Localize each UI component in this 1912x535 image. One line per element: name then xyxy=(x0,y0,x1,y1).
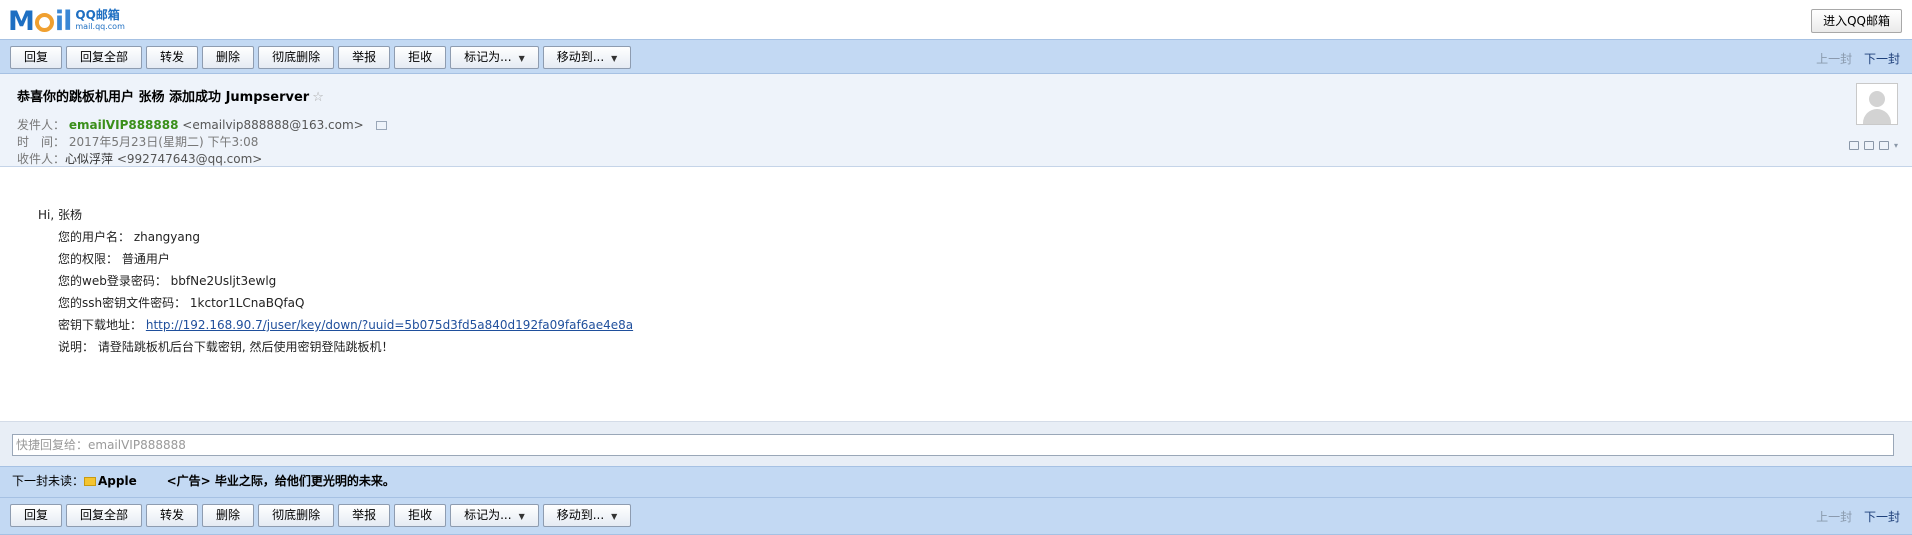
delete-button[interactable]: 删除 xyxy=(202,504,255,527)
key-download-label: 密钥下载地址： xyxy=(58,318,143,332)
mail-header: 恭喜你的跳板机用户 张杨 添加成功 Jumpserver ☆ 发件人： email… xyxy=(0,74,1912,167)
mark-as-dropdown[interactable]: 标记为... ▼ xyxy=(450,46,539,69)
subject-text: 恭喜你的跳板机用户 张杨 添加成功 Jumpserver xyxy=(17,90,310,105)
chevron-down-icon: ▼ xyxy=(518,54,525,63)
mark-as-label: 标记为... xyxy=(464,508,512,522)
next-mail-link[interactable]: 下一封 xyxy=(1864,52,1900,66)
print-icon[interactable] xyxy=(1878,141,1889,150)
more-options-icon[interactable]: ▾ xyxy=(1894,141,1898,150)
logo-service-name: QQ邮箱 xyxy=(75,8,120,22)
next-unread-label: 下一封未读： xyxy=(12,474,85,488)
top-toolbar: 回复 回复全部 转发 删除 彻底删除 举报 拒收 标记为... ▼ 移动到... ▼… xyxy=(0,39,1912,74)
mail-body: Hi, 张杨 您的用户名： zhangyang 您的权限： 普通用户 您的web… xyxy=(38,204,633,358)
recipient-row: 收件人：心似浮萍 <992747643@qq.com> xyxy=(17,150,262,167)
time-label: 时 间： xyxy=(17,135,66,149)
next-mail-link[interactable]: 下一封 xyxy=(1864,510,1900,524)
reply-button[interactable]: 回复 xyxy=(10,46,63,69)
move-to-label: 移动到... xyxy=(556,50,605,64)
mail-navigation: 上一封 下一封 xyxy=(1816,508,1900,525)
new-window-icon[interactable] xyxy=(1848,141,1859,150)
recipient-name[interactable]: 心似浮萍 xyxy=(65,152,113,166)
mail-subject: 恭喜你的跳板机用户 张杨 添加成功 Jumpserver ☆ xyxy=(17,86,324,105)
time-value: 2017年5月23日(星期二) 下午3:08 xyxy=(68,135,259,149)
delete-button[interactable]: 删除 xyxy=(202,46,255,69)
quick-reply-input[interactable]: 快捷回复给：emailVIP888888 xyxy=(12,434,1894,456)
mark-as-dropdown[interactable]: 标记为... ▼ xyxy=(450,504,539,527)
reply-button[interactable]: 回复 xyxy=(10,504,63,527)
move-to-dropdown[interactable]: 移动到... ▼ xyxy=(542,46,632,69)
reject-button[interactable]: 拒收 xyxy=(394,504,447,527)
report-button[interactable]: 举报 xyxy=(338,504,391,527)
envelope-icon xyxy=(84,477,97,486)
folder-icon[interactable] xyxy=(1863,141,1874,150)
greeting-line: Hi, 张杨 xyxy=(38,208,82,222)
role-line: 您的权限： 普通用户 xyxy=(58,252,170,266)
contact-card-icon[interactable] xyxy=(375,121,387,130)
key-download-line: 密钥下载地址： http://192.168.90.7/juser/key/do… xyxy=(38,314,633,336)
prev-mail-link[interactable]: 上一封 xyxy=(1816,510,1852,524)
sender-row: 发件人： emailVIP888888 <emailvip888888@163.… xyxy=(17,116,387,133)
move-to-label: 移动到... xyxy=(556,508,605,522)
top-bar: Mil QQ邮箱 mail.qq.com 进入QQ邮箱 xyxy=(0,0,1912,39)
username-line: 您的用户名： zhangyang xyxy=(58,230,200,244)
chevron-down-icon: ▼ xyxy=(611,54,618,63)
time-row: 时 间： 2017年5月23日(星期二) 下午3:08 xyxy=(17,133,258,150)
key-download-link[interactable]: http://192.168.90.7/juser/key/down/?uuid… xyxy=(146,318,633,332)
avatar-head-shape xyxy=(1869,91,1885,107)
move-to-dropdown[interactable]: 移动到... ▼ xyxy=(542,504,632,527)
to-label: 收件人： xyxy=(17,152,66,166)
next-unread-bar: 下一封未读： Apple <广告> 毕业之际，给他们更光明的未来。 xyxy=(0,466,1912,497)
web-password-line: 您的web登录密码： bbfNe2Usljt3ewlg xyxy=(58,274,277,288)
sender-avatar[interactable] xyxy=(1856,83,1898,125)
toolbar-buttons: 回复 回复全部 转发 删除 彻底删除 举报 拒收 标记为... ▼ 移动到... ▼ xyxy=(10,504,632,527)
bottom-toolbar: 回复 回复全部 转发 删除 彻底删除 举报 拒收 标记为... ▼ 移动到... ▼… xyxy=(0,497,1912,535)
prev-mail-link[interactable]: 上一封 xyxy=(1816,52,1852,66)
quick-reply-area: 快捷回复给：emailVIP888888 xyxy=(0,421,1912,467)
reply-all-button[interactable]: 回复全部 xyxy=(66,504,143,527)
mark-as-label: 标记为... xyxy=(464,50,512,64)
logo-text: QQ邮箱 mail.qq.com xyxy=(75,8,125,32)
logo-domain: mail.qq.com xyxy=(75,22,125,31)
forward-button[interactable]: 转发 xyxy=(146,46,199,69)
next-unread-sender[interactable]: Apple xyxy=(98,474,137,488)
avatar-body-shape xyxy=(1863,109,1891,124)
logo-letter-m: M xyxy=(8,5,35,37)
header-actions: ▾ xyxy=(1848,141,1898,150)
mail-navigation: 上一封 下一封 xyxy=(1816,50,1900,67)
recipient-address: <992747643@qq.com> xyxy=(116,152,263,166)
star-icon[interactable]: ☆ xyxy=(312,90,324,105)
report-button[interactable]: 举报 xyxy=(338,46,391,69)
toolbar-buttons: 回复 回复全部 转发 删除 彻底删除 举报 拒收 标记为... ▼ 移动到... ▼ xyxy=(10,46,632,69)
from-label: 发件人： xyxy=(17,118,66,132)
chevron-down-icon: ▼ xyxy=(518,512,525,521)
logo-ring-icon xyxy=(34,12,54,32)
forward-button[interactable]: 转发 xyxy=(146,504,199,527)
ssh-password-line: 您的ssh密钥文件密码： 1kctor1LCnaBQfaQ xyxy=(58,296,305,310)
reply-all-button[interactable]: 回复全部 xyxy=(66,46,143,69)
logo-letters-il: il xyxy=(54,5,72,37)
delete-forever-button[interactable]: 彻底删除 xyxy=(258,46,335,69)
sender-name[interactable]: emailVIP888888 xyxy=(69,118,179,132)
qq-mail-logo[interactable]: Mil QQ邮箱 mail.qq.com xyxy=(8,5,125,37)
reject-button[interactable]: 拒收 xyxy=(394,46,447,69)
next-unread-ad-subject[interactable]: <广告> 毕业之际，给他们更光明的未来。 xyxy=(167,474,395,488)
chevron-down-icon: ▼ xyxy=(611,512,618,521)
enter-qq-mail-button[interactable]: 进入QQ邮箱 xyxy=(1811,9,1902,33)
sender-address: <emailvip888888@163.com> xyxy=(182,118,364,132)
note-line: 说明： 请登陆跳板机后台下载密钥, 然后使用密钥登陆跳板机！ xyxy=(58,340,394,354)
delete-forever-button[interactable]: 彻底删除 xyxy=(258,504,335,527)
